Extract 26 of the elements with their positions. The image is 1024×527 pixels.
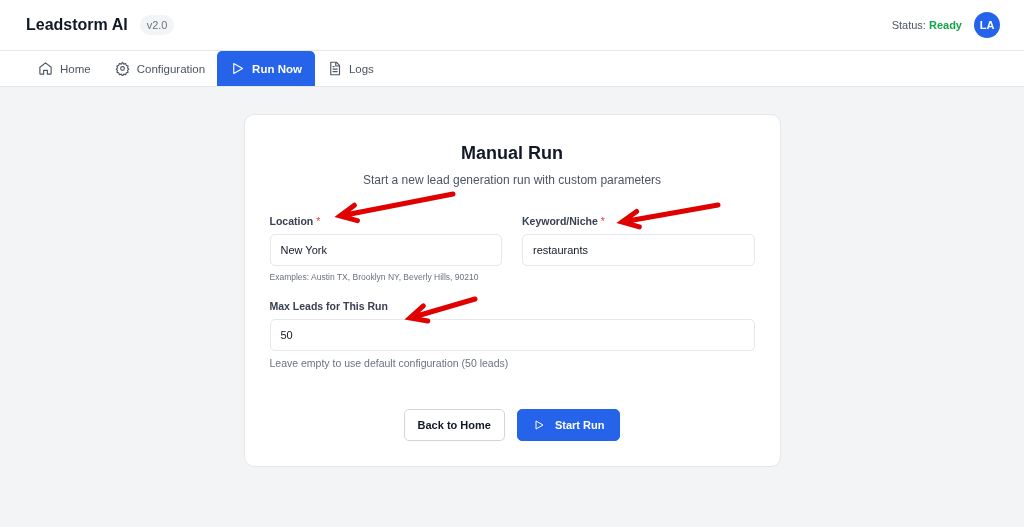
form-title: Manual Run [460,143,564,164]
required-mark: * [316,215,321,227]
nav-tab[interactable]: Home [26,51,103,86]
nav-tab[interactable]: Logs [314,51,386,86]
required-mark: * [600,215,605,227]
play-icon [230,61,246,76]
form-subtitle: Start a new lead generation run with custom parameters [361,173,663,187]
app-title: Leadstorm AI [26,16,128,34]
version-badge: v2.0 [139,15,175,35]
play-icon [532,419,545,431]
field-label: Max Leads for This Run [269,300,388,312]
user-avatar[interactable]: LA [974,12,1000,38]
input-field[interactable]: restaurants [522,234,755,266]
nav-tab[interactable]: Run Now [217,51,315,86]
input-field[interactable]: 50 [269,319,755,351]
home-icon [38,61,53,76]
status-text: Status: Ready [891,19,962,31]
back-button[interactable]: Back to Home [403,409,505,441]
field-label: Location [269,215,314,227]
field-hint: Leave empty to use default configuration (50 leads) [269,357,510,369]
field-hint: Examples: Austin TX, Brooklyn NY, Beverly Hills, 90210 [269,272,480,282]
field-label: Keyword/Niche [522,215,598,227]
nav-tab[interactable]: Configuration [102,51,218,86]
start-button[interactable]: Start Run [516,409,621,441]
settings-icon [114,61,130,76]
input-field[interactable]: New York [269,234,502,266]
